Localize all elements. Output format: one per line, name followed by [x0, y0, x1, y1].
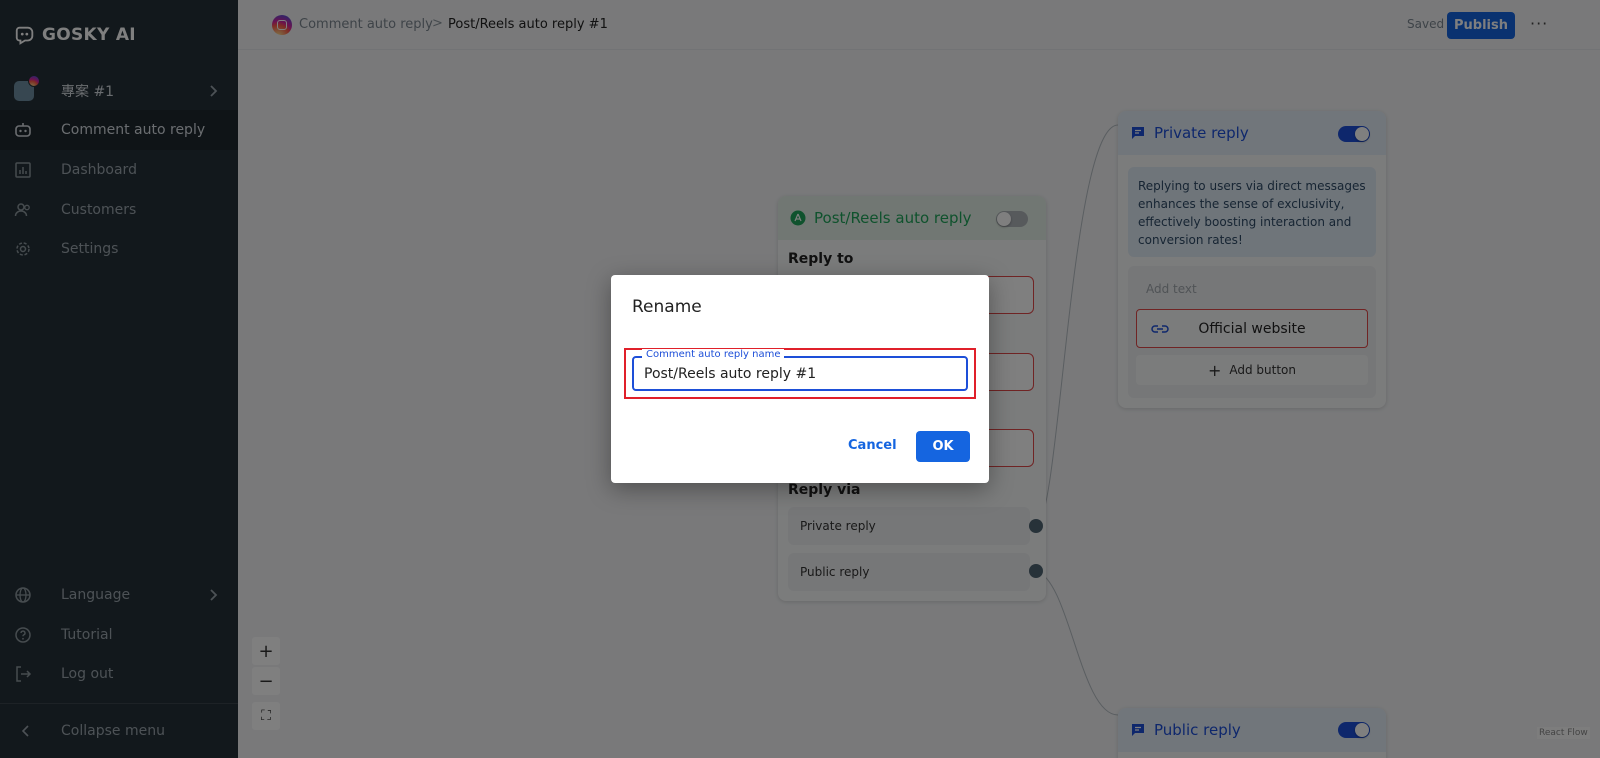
rename-dialog: Rename Comment auto reply name Cancel OK — [611, 275, 989, 483]
cancel-button[interactable]: Cancel — [848, 438, 897, 453]
ok-button[interactable]: OK — [916, 431, 970, 462]
dialog-title: Rename — [632, 297, 702, 317]
name-field-label: Comment auto reply name — [642, 349, 785, 360]
name-field[interactable]: Comment auto reply name — [632, 349, 968, 391]
name-input[interactable] — [644, 364, 954, 384]
